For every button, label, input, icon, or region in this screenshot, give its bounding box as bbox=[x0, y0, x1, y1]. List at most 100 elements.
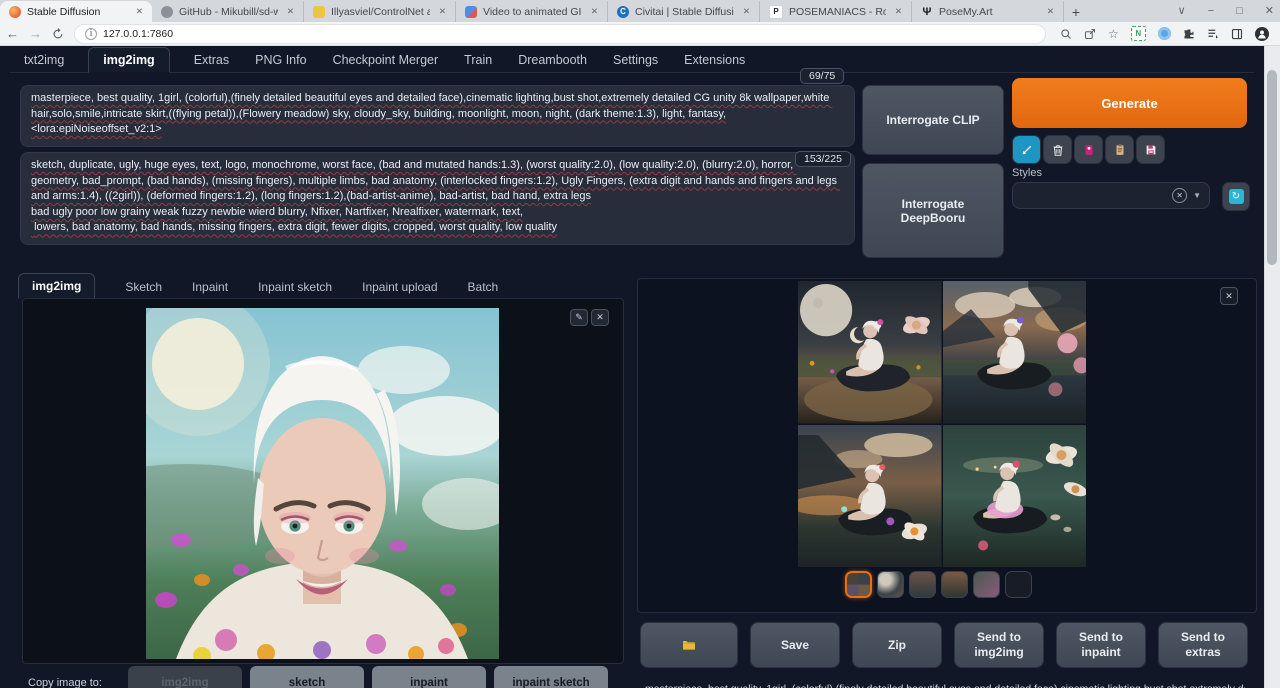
browser-tab-posemaniacs[interactable]: P POSEMANIACS - Royalty free 3 ✕ bbox=[760, 1, 912, 22]
apply-styles-clipboard-icon[interactable] bbox=[1105, 135, 1134, 164]
copy-to-sketch-button[interactable]: sketch bbox=[250, 666, 364, 688]
generation-info-text: masterpiece, best quality, 1girl, (color… bbox=[645, 683, 1245, 688]
tab-close-icon[interactable]: ✕ bbox=[740, 5, 753, 18]
styles-label: Styles bbox=[1012, 167, 1042, 179]
tab-close-icon[interactable]: ✕ bbox=[436, 5, 449, 18]
styles-dropdown[interactable]: ✕ ▼ bbox=[1012, 182, 1210, 209]
tab-dreambooth[interactable]: Dreambooth bbox=[516, 48, 589, 72]
extension-blue-icon[interactable] bbox=[1158, 27, 1171, 40]
tab-txt2img[interactable]: txt2img bbox=[22, 48, 66, 72]
forward-icon[interactable]: → bbox=[29, 27, 42, 40]
controlnet-favicon bbox=[313, 6, 325, 18]
bookmark-star-icon[interactable]: ☆ bbox=[1108, 27, 1119, 41]
gallery-image-1[interactable] bbox=[798, 281, 942, 424]
tab-close-icon[interactable]: ✕ bbox=[133, 5, 146, 18]
gif-converter-favicon bbox=[465, 6, 477, 18]
thumbnail-4[interactable] bbox=[941, 571, 968, 598]
thumbnail-6[interactable] bbox=[1005, 571, 1032, 598]
tab-extras[interactable]: Extras bbox=[192, 48, 231, 72]
copy-to-inpaint-sketch-button[interactable]: inpaint sketch bbox=[494, 666, 608, 688]
mode-tab-inpaint[interactable]: Inpaint bbox=[192, 275, 228, 299]
url-text: 127.0.0.1:7860 bbox=[103, 28, 173, 40]
sidebar-icon[interactable] bbox=[1231, 28, 1243, 40]
site-info-icon[interactable]: i bbox=[85, 28, 97, 40]
browser-tab-gif-converter[interactable]: Video to animated GIF converter ✕ bbox=[456, 1, 608, 22]
tab-checkpoint-merger[interactable]: Checkpoint Merger bbox=[331, 48, 441, 72]
extra-networks-icon[interactable] bbox=[1074, 135, 1103, 164]
close-button[interactable]: ✕ bbox=[1265, 4, 1274, 17]
send-to-extras-button[interactable]: Send to extras bbox=[1158, 622, 1248, 668]
save-button[interactable]: Save bbox=[750, 622, 840, 668]
stable-diffusion-favicon bbox=[9, 6, 21, 18]
reload-icon[interactable] bbox=[52, 28, 64, 40]
tab-png-info[interactable]: PNG Info bbox=[253, 48, 308, 72]
clear-prompt-trash-icon[interactable] bbox=[1043, 135, 1072, 164]
gallery-actions: Save Zip Send to img2img Send to inpaint… bbox=[640, 622, 1248, 668]
browser-tab-controlnet[interactable]: Illyasviel/ControlNet at main ✕ bbox=[304, 1, 456, 22]
mode-tab-sketch[interactable]: Sketch bbox=[125, 275, 162, 299]
styles-clear-icon[interactable]: ✕ bbox=[1172, 188, 1187, 203]
generate-button[interactable]: Generate bbox=[1012, 78, 1247, 128]
send-to-inpaint-button[interactable]: Send to inpaint bbox=[1056, 622, 1146, 668]
paste-params-icon[interactable] bbox=[1012, 135, 1041, 164]
github-favicon bbox=[161, 6, 173, 18]
browser-tab-civitai[interactable]: C Civitai | Stable Diffusion model ✕ bbox=[608, 1, 760, 22]
interrogate-clip-button[interactable]: Interrogate CLIP bbox=[862, 85, 1004, 155]
tab-close-icon[interactable]: ✕ bbox=[892, 5, 905, 18]
tab-label: Illyasviel/ControlNet at main bbox=[331, 6, 430, 18]
negative-prompt-input[interactable]: sketch, duplicate, ugly, huge eyes, text… bbox=[20, 152, 855, 245]
thumbnail-3[interactable] bbox=[909, 571, 936, 598]
edit-image-pencil-icon[interactable]: ✎ bbox=[570, 309, 588, 326]
gallery-image-4[interactable] bbox=[943, 425, 1087, 568]
browser-tab-stable-diffusion[interactable]: Stable Diffusion ✕ bbox=[0, 1, 152, 22]
tab-extensions[interactable]: Extensions bbox=[682, 48, 747, 72]
zip-button[interactable]: Zip bbox=[852, 622, 942, 668]
browser-scrollbar[interactable] bbox=[1264, 46, 1280, 688]
copy-image-to-label: Copy image to: bbox=[28, 677, 124, 688]
scrollbar-thumb[interactable] bbox=[1267, 70, 1277, 265]
thumbnail-grid-selected[interactable] bbox=[845, 571, 872, 598]
address-bar[interactable]: i 127.0.0.1:7860 bbox=[74, 24, 1046, 44]
tab-close-icon[interactable]: ✕ bbox=[1044, 5, 1057, 18]
mode-tab-inpaint-upload[interactable]: Inpaint upload bbox=[362, 275, 437, 299]
styles-refresh-button[interactable]: ↻ bbox=[1222, 182, 1250, 211]
tab-img2img[interactable]: img2img bbox=[88, 47, 169, 73]
open-folder-button[interactable] bbox=[640, 622, 738, 668]
browser-tab-posemyart[interactable]: Ψ PoseMy.Art ✕ bbox=[912, 1, 1064, 22]
tab-close-icon[interactable]: ✕ bbox=[588, 5, 601, 18]
remove-image-icon[interactable]: ✕ bbox=[591, 309, 609, 326]
thumbnail-2[interactable] bbox=[877, 571, 904, 598]
tab-train[interactable]: Train bbox=[462, 48, 494, 72]
back-icon[interactable]: ← bbox=[6, 27, 19, 40]
interrogate-deepbooru-button[interactable]: Interrogate DeepBooru bbox=[862, 163, 1004, 258]
main-nav-tabs: txt2img img2img Extras PNG Info Checkpoi… bbox=[10, 46, 1254, 73]
mode-tab-inpaint-sketch[interactable]: Inpaint sketch bbox=[258, 275, 332, 299]
browser-tab-github[interactable]: GitHub - Mikubill/sd-webui-co ✕ bbox=[152, 1, 304, 22]
gallery-image-2[interactable] bbox=[943, 281, 1087, 424]
profile-avatar[interactable] bbox=[1255, 27, 1269, 41]
mode-tab-batch[interactable]: Batch bbox=[468, 275, 499, 299]
gallery-image-3[interactable] bbox=[798, 425, 942, 568]
tab-settings[interactable]: Settings bbox=[611, 48, 660, 72]
tab-list-icon[interactable] bbox=[1207, 28, 1219, 40]
zoom-icon[interactable] bbox=[1060, 28, 1072, 40]
profile-chevron-icon[interactable]: ∨ bbox=[1178, 4, 1186, 17]
copy-to-inpaint-button[interactable]: inpaint bbox=[372, 666, 486, 688]
mode-tab-img2img[interactable]: img2img bbox=[18, 273, 95, 299]
window-controls: ∨ − □ ✕ bbox=[1178, 0, 1274, 21]
extension-n-icon[interactable]: N bbox=[1131, 26, 1146, 41]
share-icon[interactable] bbox=[1084, 28, 1096, 40]
thumbnail-5[interactable] bbox=[973, 571, 1000, 598]
source-image-dropzone[interactable]: ✎ ✕ bbox=[22, 298, 624, 664]
send-to-img2img-button[interactable]: Send to img2img bbox=[954, 622, 1044, 668]
extensions-puzzle-icon[interactable] bbox=[1183, 28, 1195, 40]
prompt-input[interactable]: masterpiece, best quality, 1girl, (color… bbox=[20, 85, 855, 147]
save-style-floppy-icon[interactable] bbox=[1136, 135, 1165, 164]
tab-close-icon[interactable]: ✕ bbox=[284, 5, 297, 18]
minimize-button[interactable]: − bbox=[1208, 5, 1214, 17]
new-tab-button[interactable]: + bbox=[1064, 1, 1088, 22]
gallery-close-icon[interactable]: ✕ bbox=[1220, 287, 1238, 305]
gallery-thumbnails bbox=[845, 571, 1032, 598]
maximize-button[interactable]: □ bbox=[1236, 5, 1243, 17]
chevron-down-icon: ▼ bbox=[1193, 191, 1201, 200]
